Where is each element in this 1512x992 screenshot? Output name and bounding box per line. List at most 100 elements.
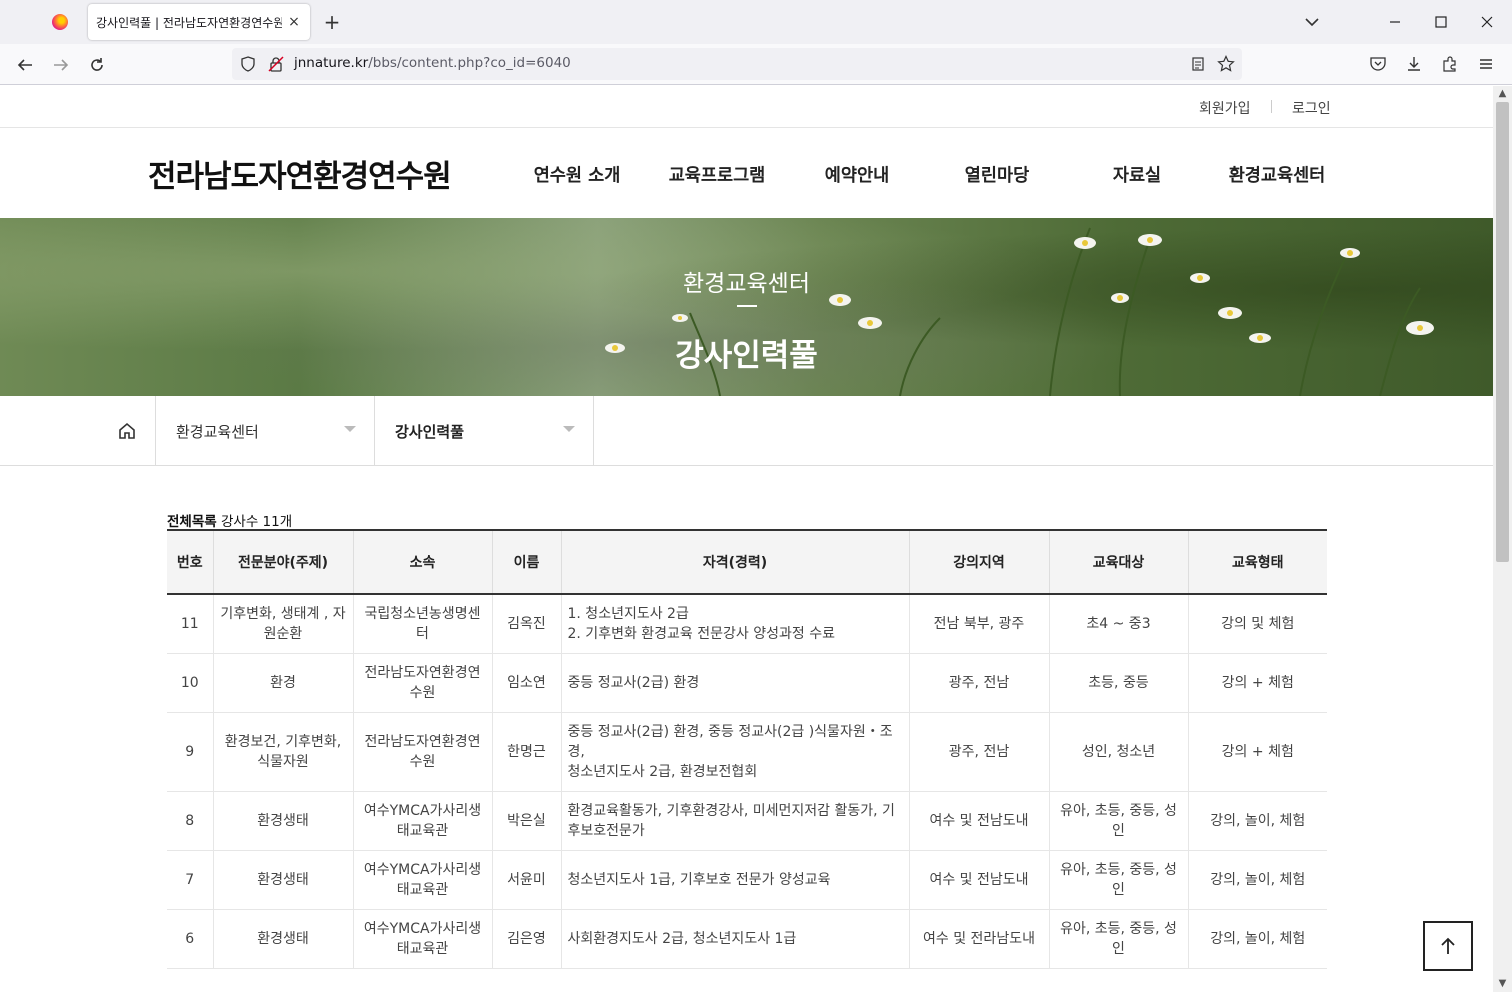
extensions-icon[interactable] (1438, 52, 1462, 76)
cell-region: 광주, 전남 (908, 653, 1049, 713)
table-row: 7 환경생태 여수YMCA가사리생태교육관 서윤미 청소년지도사 1급, 기후보호 전문… (167, 850, 1327, 910)
hero-subtitle: 환경교육센터 (683, 271, 810, 297)
list-tabs-button[interactable] (1300, 10, 1324, 34)
cell-type: 강의, 놀이, 체험 (1187, 791, 1327, 851)
cell-target: 초등, 중등 (1048, 653, 1188, 713)
col-header-org: 소속 (352, 529, 492, 595)
col-header-no: 번호 (167, 529, 213, 595)
cell-region: 전남 북부, 광주 (908, 594, 1049, 654)
list-count: 전체목록 강사수 11개 (167, 510, 292, 530)
gnb-item-edu-center[interactable]: 환경교육센터 (1207, 162, 1347, 187)
cell-qualification: 중등 정교사(2급) 환경, 중등 정교사(2급 )식물자원・조경, 청소년지도… (560, 712, 909, 792)
cell-target: 유아, 초등, 중등, 성인 (1048, 850, 1188, 910)
cell-name: 서윤미 (491, 850, 561, 910)
table-row: 9 환경보건, 기후변화, 식물자원 전라남도자연환경연수원 한명근 중등 정교사(2급… (167, 712, 1327, 792)
gnb-item-board[interactable]: 열린마당 (927, 162, 1067, 187)
col-header-region: 강의지역 (908, 529, 1049, 595)
gnb-item-program[interactable]: 교육프로그램 (647, 162, 787, 187)
new-tab-button[interactable]: + (318, 8, 346, 36)
page-scrollbar[interactable]: ▲ ▼ (1493, 86, 1512, 992)
address-bar[interactable]: jnnature.kr/bbs/content.php?co_id=6040 (232, 48, 1242, 80)
cell-qualification: 사회환경지도사 2급, 청소년지도사 1급 (560, 909, 909, 969)
insecure-lock-icon[interactable] (266, 54, 286, 74)
scroll-up-arrow-icon[interactable]: ▲ (1493, 86, 1512, 102)
cell-no: 10 (167, 653, 213, 713)
cell-no: 11 (167, 594, 213, 654)
cell-name: 김옥진 (491, 594, 561, 654)
arrow-up-icon (1441, 937, 1455, 954)
browser-tab[interactable]: 강사인력풀 | 전라남도자연환경연수원 × (88, 4, 310, 40)
depth1-label: 환경교육센터 (176, 423, 259, 441)
cell-name: 김은영 (491, 909, 561, 969)
url-text[interactable]: jnnature.kr/bbs/content.php?co_id=6040 (294, 55, 571, 71)
table-row: 10 환경 전라남도자연환경연수원 임소연 중등 정교사(2급) 환경 광주, 전남 초등,… (167, 653, 1327, 713)
scroll-top-button[interactable] (1423, 921, 1473, 971)
site-header: 전라남도자연환경연수원 연수원 소개 교육프로그램 예약안내 열린마당 자료실 … (0, 129, 1493, 218)
cell-qualification: 청소년지도사 1급, 기후보호 전문가 양성교육 (560, 850, 909, 910)
cell-field: 환경생태 (212, 850, 353, 910)
gnb-item-reservation[interactable]: 예약안내 (787, 162, 927, 187)
depth2-label: 강사인력풀 (395, 423, 465, 441)
col-header-field: 전문분야(주제) (212, 529, 353, 595)
table-row: 11 기후변화, 생태계 , 자원순환 국립청소년농생명센터 김옥진 1. 청소년지도사… (167, 594, 1327, 654)
download-icon[interactable] (1402, 52, 1426, 76)
site-logo[interactable]: 전라남도자연환경연수원 (148, 151, 452, 196)
cell-no: 7 (167, 850, 213, 910)
cell-org: 국립청소년농생명센터 (352, 594, 492, 654)
depth2-dropdown[interactable]: 강사인력풀 (375, 396, 594, 465)
menu-icon[interactable] (1474, 52, 1498, 76)
table-row: 6 환경생태 여수YMCA가사리생태교육관 김은영 사회환경지도사 2급, 청소년지도사… (167, 909, 1327, 969)
arrow-right-icon (54, 59, 69, 71)
reader-view-icon[interactable] (1188, 54, 1208, 74)
chevron-down-icon (563, 426, 575, 432)
cell-type: 강의 및 체험 (1187, 594, 1327, 654)
cell-name: 박은실 (491, 791, 561, 851)
close-window-button[interactable] (1464, 0, 1510, 44)
col-header-target: 교육대상 (1048, 529, 1188, 595)
tab-title: 강사인력풀 | 전라남도자연환경연수원 (96, 15, 282, 30)
login-link[interactable]: 로그인 (1292, 98, 1331, 118)
signup-link[interactable]: 회원가입 (1199, 98, 1251, 118)
table-body: 11 기후변화, 생태계 , 자원순환 국립청소년농생명센터 김옥진 1. 청소년지도사… (167, 594, 1327, 969)
cell-field: 환경보건, 기후변화, 식물자원 (212, 712, 353, 792)
home-button[interactable] (98, 396, 156, 465)
cell-region: 여수 및 전남도내 (908, 850, 1049, 910)
gnb-item-archive[interactable]: 자료실 (1067, 162, 1207, 187)
shield-icon[interactable] (238, 54, 258, 74)
cell-org: 여수YMCA가사리생태교육관 (352, 791, 492, 851)
reload-button[interactable] (82, 50, 112, 80)
minimize-button[interactable] (1372, 0, 1418, 44)
forward-button[interactable] (46, 50, 76, 80)
cell-no: 6 (167, 909, 213, 969)
url-host: jnnature.kr (294, 55, 369, 71)
scroll-down-arrow-icon[interactable]: ▼ (1493, 976, 1512, 992)
col-header-name: 이름 (491, 529, 561, 595)
cell-qualification: 환경교육활동가, 기후환경강사, 미세먼지저감 활동가, 기후보호전문가 (560, 791, 909, 851)
utility-bar: 회원가입 로그인 (0, 86, 1493, 128)
pocket-icon[interactable] (1366, 52, 1390, 76)
tab-close-icon[interactable]: × (286, 14, 302, 30)
firefox-view-button[interactable] (44, 8, 76, 36)
cell-name: 임소연 (491, 653, 561, 713)
back-button[interactable] (10, 50, 40, 80)
bookmark-star-icon[interactable] (1216, 54, 1236, 74)
depth1-dropdown[interactable]: 환경교육센터 (156, 396, 375, 465)
cell-target: 유아, 초등, 중등, 성인 (1048, 791, 1188, 851)
count-label: 전체목록 (167, 514, 217, 530)
cell-target: 초4 ~ 중3 (1048, 594, 1188, 654)
cell-type: 강의, 놀이, 체험 (1187, 850, 1327, 910)
hero-banner: 환경교육센터 강사인력풀 (0, 218, 1493, 396)
gnb-item-intro[interactable]: 연수원 소개 (507, 162, 647, 187)
cell-field: 환경생태 (212, 909, 353, 969)
cell-org: 전라남도자연환경연수원 (352, 653, 492, 713)
home-icon (118, 422, 135, 439)
scroll-thumb[interactable] (1496, 102, 1509, 562)
url-path: /bbs/content.php?co_id=6040 (368, 55, 571, 71)
cell-region: 여수 및 전남도내 (908, 791, 1049, 851)
hero-divider (737, 305, 757, 307)
chevron-down-icon (344, 426, 356, 432)
table-row: 8 환경생태 여수YMCA가사리생태교육관 박은실 환경교육활동가, 기후환경강사, 미… (167, 791, 1327, 851)
table-header-row: 번호 전문분야(주제) 소속 이름 자격(경력) 강의지역 교육대상 교육형태 (167, 529, 1327, 595)
hero-title: 강사인력풀 (675, 338, 818, 374)
maximize-button[interactable] (1418, 0, 1464, 44)
